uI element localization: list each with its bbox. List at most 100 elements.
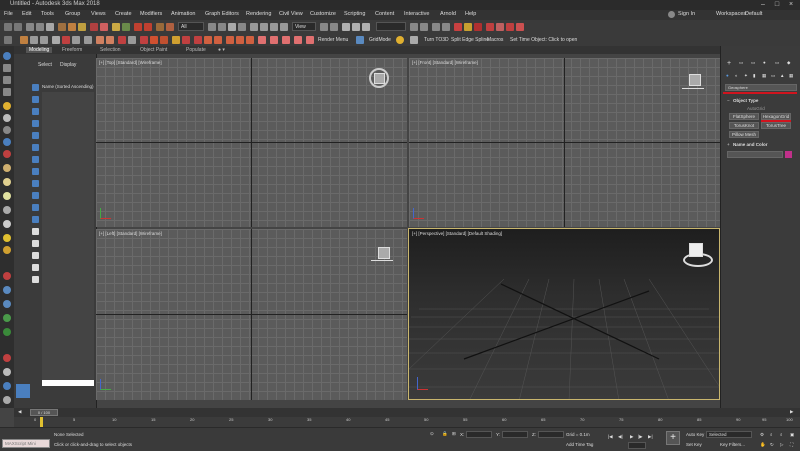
filter-warps-icon[interactable] — [32, 144, 39, 151]
menu-help[interactable]: Help — [465, 11, 476, 17]
menu-modifiers[interactable]: Modifiers — [140, 11, 162, 17]
scale-icon[interactable] — [270, 23, 278, 31]
helpers-category-icon[interactable]: ▦ — [762, 73, 766, 79]
next-key-icon[interactable]: |▶ — [638, 434, 643, 440]
object-type-header[interactable]: Object Type — [733, 98, 758, 103]
tool-20-icon[interactable] — [236, 36, 244, 44]
tool-2-icon[interactable] — [40, 36, 48, 44]
tool-21-icon[interactable] — [246, 36, 254, 44]
menu-create[interactable]: Create — [115, 11, 132, 17]
layer-explorer-icon[interactable] — [432, 23, 440, 31]
render-icon[interactable] — [100, 23, 108, 31]
settings-strip-icon[interactable] — [3, 396, 11, 404]
scene-icon[interactable] — [3, 64, 11, 72]
explorer-select-menu[interactable]: Select — [38, 62, 52, 68]
grid-mode-button[interactable]: GridMode — [369, 37, 391, 43]
zoom-icon[interactable]: ⌕ — [770, 432, 773, 437]
macros-button[interactable]: Macros — [487, 37, 503, 43]
tool-24-icon[interactable] — [282, 36, 290, 44]
object-name-input[interactable] — [727, 151, 783, 158]
tab-freeform[interactable]: Freeform — [62, 47, 82, 53]
align-icon[interactable] — [420, 23, 428, 31]
go-to-end-icon[interactable]: ▶| — [648, 434, 653, 440]
hierarchy-tab-icon[interactable]: ▭ — [751, 60, 755, 66]
isolate-icon[interactable]: ⊙ — [430, 431, 434, 437]
orbit-icon[interactable]: ↻ — [770, 442, 774, 448]
viewport-front[interactable]: [+] [Front] [Standard] [Wireframe] — [409, 58, 720, 227]
zoom-all-icon[interactable]: ⌕ — [780, 432, 783, 437]
rotate-icon[interactable] — [260, 23, 268, 31]
menu-scripting[interactable]: Scripting — [344, 11, 365, 17]
ribbon-toggle-icon[interactable] — [442, 23, 450, 31]
menu-interactive[interactable]: Interactive — [404, 11, 429, 17]
play-icon[interactable]: ▶ — [630, 434, 633, 440]
tool-13-icon[interactable] — [160, 36, 168, 44]
pillow-mesh-button[interactable]: Pillow Mesh — [729, 131, 759, 138]
teapot-icon[interactable] — [134, 23, 142, 31]
script-icon[interactable] — [20, 36, 28, 44]
render-production-icon[interactable] — [506, 23, 514, 31]
select-object-icon[interactable] — [208, 23, 216, 31]
top-viewport-label[interactable]: [+] [Top] [Standard] [Wireframe] — [99, 60, 162, 65]
material-editor-icon[interactable] — [112, 23, 120, 31]
tool-22-icon[interactable] — [258, 36, 266, 44]
set-key-button[interactable]: Set Key — [686, 442, 702, 447]
viewport-perspective[interactable]: [+] [Perspective] [Standard] [Default Sh… — [408, 228, 720, 400]
filter-geometry-icon[interactable] — [32, 84, 39, 91]
schematic-view-icon[interactable] — [464, 23, 472, 31]
x-coordinate-input[interactable] — [466, 431, 492, 438]
systems-category-icon[interactable]: ▲ — [780, 73, 784, 78]
front-viewcube[interactable] — [689, 74, 701, 86]
teapot-strip-icon[interactable] — [3, 150, 11, 158]
cone-white-icon[interactable] — [3, 220, 11, 228]
prev-key-icon[interactable]: ◀| — [618, 434, 623, 440]
filter-cameras-icon[interactable] — [32, 120, 39, 127]
viewport-top[interactable]: [+] [Top] [Standard] [Wireframe] — [96, 58, 407, 227]
category-dropdown[interactable]: Geosphere — [725, 84, 797, 91]
prev-frame-icon[interactable]: ◀ — [18, 409, 21, 415]
tool-8-icon[interactable] — [106, 36, 114, 44]
geometry-category-icon[interactable]: ● — [726, 73, 729, 78]
undo-icon[interactable] — [4, 23, 12, 31]
tool-25-icon[interactable] — [294, 36, 302, 44]
torustree-button[interactable]: TorusTree — [761, 122, 791, 129]
tube-icon[interactable] — [3, 206, 11, 214]
time-config-icon[interactable]: ⚙ — [760, 432, 764, 438]
maximize-icon[interactable]: □ — [770, 0, 784, 10]
menu-views[interactable]: Views — [91, 11, 106, 17]
place-icon[interactable] — [280, 23, 288, 31]
user-icon[interactable] — [668, 11, 675, 18]
menu-tools[interactable]: Tools — [41, 11, 54, 17]
filter-bones-icon[interactable] — [32, 180, 39, 187]
viewport-left[interactable]: [+] [Left] [Standard] [Wireframe] — [96, 229, 407, 400]
tab-populate[interactable]: Populate — [186, 47, 206, 53]
angle-snap-icon[interactable] — [68, 23, 76, 31]
curve-editor-toolbar-icon[interactable] — [454, 23, 462, 31]
filter-sync-icon[interactable] — [32, 264, 39, 271]
globe-icon[interactable] — [3, 138, 11, 146]
hair-icon[interactable] — [3, 354, 11, 362]
front-viewport-label[interactable]: [+] [Front] [Standard] [Wireframe] — [412, 60, 478, 65]
filter-helpers-icon[interactable] — [32, 132, 39, 139]
layer-explorer-toggle[interactable] — [16, 384, 30, 398]
torus-icon[interactable] — [3, 246, 11, 254]
tool-7-icon[interactable] — [96, 36, 104, 44]
explorer-column-header[interactable]: Name (Sorted Ascending) — [42, 84, 94, 89]
menu-civil-view[interactable]: Civil View — [279, 11, 303, 17]
split-edge-button[interactable]: Split Edge Spline — [451, 37, 489, 43]
add-time-tag-button[interactable]: Add Time Tag — [566, 442, 593, 447]
torusknot-button[interactable]: TorusKnot — [729, 122, 759, 129]
rect-selection-icon[interactable] — [228, 23, 236, 31]
filter-none-icon[interactable] — [32, 240, 39, 247]
turn-icon[interactable] — [410, 36, 418, 44]
z-coordinate-input[interactable] — [538, 431, 564, 438]
workspace-dropdown[interactable]: Default — [745, 11, 762, 17]
tool-14-icon[interactable] — [172, 36, 180, 44]
tool-10-icon[interactable] — [128, 36, 136, 44]
create-shape-icon[interactable] — [3, 52, 11, 60]
perspective-viewcube[interactable] — [689, 243, 703, 257]
filter-xrefs-icon[interactable] — [32, 168, 39, 175]
menu-animation[interactable]: Animation — [171, 11, 195, 17]
mirror-icon[interactable] — [410, 23, 418, 31]
key-filters-button[interactable]: Key Filters... — [720, 442, 745, 447]
